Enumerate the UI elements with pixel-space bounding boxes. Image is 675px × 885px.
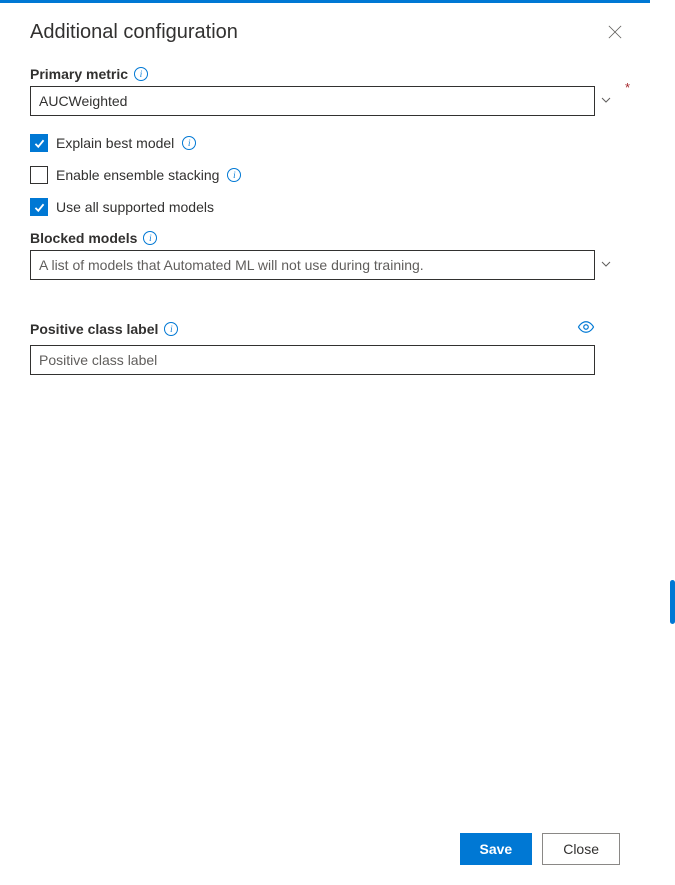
close-button[interactable]: Close	[542, 833, 620, 865]
info-icon[interactable]: i	[182, 136, 196, 150]
chevron-down-icon	[600, 257, 612, 273]
primary-metric-label-row: Primary metric i	[30, 66, 620, 82]
panel-header: Additional configuration	[0, 3, 650, 66]
primary-metric-select[interactable]: AUCWeighted	[30, 86, 595, 116]
use-all-models-row: Use all supported models	[30, 198, 620, 216]
blocked-models-label: Blocked models	[30, 230, 137, 246]
additional-configuration-panel: Additional configuration Primary metric …	[0, 0, 650, 885]
explain-best-model-row: Explain best model i	[30, 134, 620, 152]
close-icon[interactable]	[608, 25, 624, 41]
info-icon[interactable]: i	[143, 231, 157, 245]
panel-content: Primary metric i AUCWeighted * Explain b…	[0, 66, 650, 817]
blocked-models-placeholder: A list of models that Automated ML will …	[39, 257, 424, 273]
use-all-models-checkbox[interactable]	[30, 198, 48, 216]
info-icon[interactable]: i	[164, 322, 178, 336]
positive-class-header: Positive class label i	[30, 318, 595, 339]
positive-class-label: Positive class label	[30, 321, 158, 337]
info-icon[interactable]: i	[227, 168, 241, 182]
ensemble-stacking-row: Enable ensemble stacking i	[30, 166, 620, 184]
primary-metric-select-wrapper: AUCWeighted *	[30, 86, 620, 116]
positive-class-label-row: Positive class label i	[30, 321, 178, 337]
panel-footer: Save Close	[0, 817, 650, 885]
ensemble-stacking-checkbox[interactable]	[30, 166, 48, 184]
panel-title: Additional configuration	[30, 21, 238, 44]
info-icon[interactable]: i	[134, 67, 148, 81]
primary-metric-label: Primary metric	[30, 66, 128, 82]
scrollbar-thumb[interactable]	[670, 580, 675, 624]
use-all-models-label: Use all supported models	[56, 199, 214, 215]
chevron-down-icon	[600, 93, 612, 109]
blocked-models-select-wrapper: A list of models that Automated ML will …	[30, 250, 620, 280]
eye-icon[interactable]	[577, 318, 595, 339]
required-asterisk: *	[625, 80, 630, 95]
explain-best-model-checkbox[interactable]	[30, 134, 48, 152]
blocked-models-select[interactable]: A list of models that Automated ML will …	[30, 250, 595, 280]
primary-metric-value: AUCWeighted	[39, 93, 127, 109]
save-button[interactable]: Save	[460, 833, 533, 865]
positive-class-input[interactable]	[30, 345, 595, 375]
blocked-models-label-row: Blocked models i	[30, 230, 620, 246]
ensemble-stacking-label: Enable ensemble stacking	[56, 167, 219, 183]
explain-best-model-label: Explain best model	[56, 135, 174, 151]
